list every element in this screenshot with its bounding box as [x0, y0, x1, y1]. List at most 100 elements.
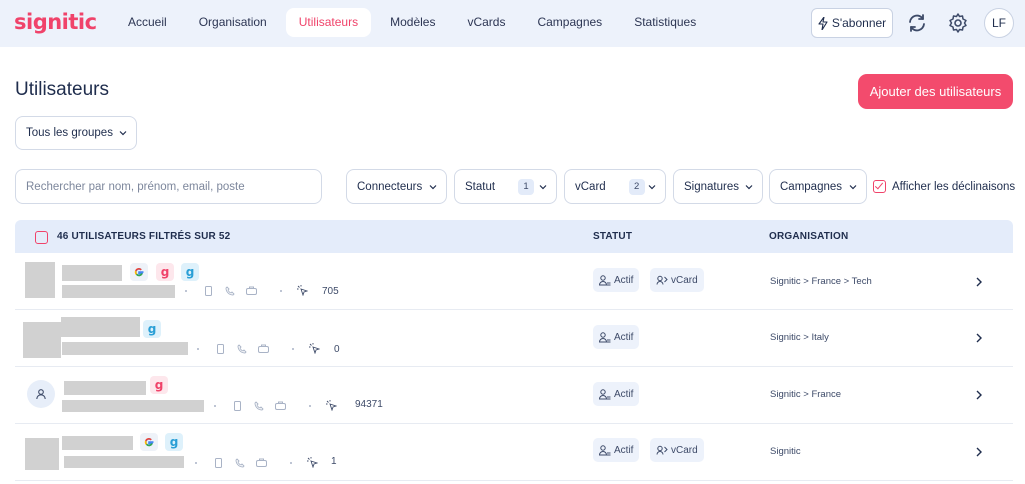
vcard-filter[interactable]: vCard 2 — [564, 169, 666, 204]
table-row[interactable]: g 94371 Actif Signitic > France — [15, 367, 1013, 424]
nav-accueil[interactable]: Accueil — [115, 8, 180, 37]
nav-statistiques[interactable]: Statistiques — [621, 8, 709, 37]
chevron-down-icon — [119, 131, 127, 136]
chevron-right-icon[interactable] — [975, 447, 983, 457]
group-filter-label: Tous les groupes — [26, 127, 113, 139]
filtered-count-label: 46 UTILISATEURS FILTRÉS SUR 52 — [57, 231, 231, 242]
table-row[interactable]: g 1 Actif vCard Signitic — [15, 424, 1013, 481]
lightning-icon — [818, 16, 828, 30]
connecteurs-label: Connecteurs — [357, 180, 423, 193]
mobile-icon — [205, 285, 212, 296]
contact-icons — [214, 400, 337, 411]
nav-vcards[interactable]: vCards — [454, 8, 518, 37]
nav-organisation[interactable]: Organisation — [186, 8, 280, 37]
briefcase-icon — [275, 401, 286, 410]
statut-label: Statut — [465, 180, 496, 193]
status-badge: Actif — [593, 268, 640, 292]
outlook-signature-icon: g — [143, 320, 161, 338]
vcard-badge: vCard — [650, 268, 704, 292]
default-avatar — [27, 380, 55, 408]
phone-icon — [237, 343, 247, 353]
phone-icon — [235, 457, 245, 467]
user-avatar[interactable]: LF — [984, 8, 1014, 38]
column-organisation[interactable]: ORGANISATION — [769, 231, 848, 242]
email-placeholder — [62, 342, 188, 355]
campagnes-filter-label: Campagnes — [780, 180, 843, 193]
statut-filter[interactable]: Statut 1 — [454, 169, 557, 204]
declinaisons-label: Afficher les déclinaisons — [892, 180, 1016, 193]
status-label: Actif — [614, 444, 634, 456]
email-placeholder — [62, 285, 175, 298]
click-stats-icon — [326, 400, 337, 411]
name-placeholder — [61, 317, 140, 337]
chevron-right-icon[interactable] — [975, 390, 983, 400]
user-check-icon — [599, 388, 611, 399]
status-label: Actif — [614, 388, 634, 400]
vcard-icon — [656, 275, 668, 285]
nav-utilisateurs[interactable]: Utilisateurs — [285, 8, 372, 37]
top-navbar: signitic Accueil Organisation Utilisateu… — [0, 0, 1025, 47]
email-placeholder — [64, 456, 184, 468]
vcard-label: vCard — [671, 274, 698, 286]
declinaisons-toggle[interactable]: Afficher les déclinaisons — [873, 180, 1015, 193]
briefcase-icon — [256, 458, 267, 467]
avatar-placeholder — [23, 322, 61, 358]
chevron-right-icon[interactable] — [975, 333, 983, 343]
phone-icon — [225, 285, 235, 295]
chevron-down-icon — [429, 185, 437, 190]
signitic-logo[interactable]: signitic — [14, 10, 97, 34]
google-icon — [130, 263, 148, 281]
group-filter-dropdown[interactable]: Tous les groupes — [15, 116, 137, 150]
mobile-icon — [217, 343, 224, 354]
briefcase-icon — [246, 286, 257, 295]
nav-modeles[interactable]: Modèles — [377, 8, 448, 37]
column-statut[interactable]: STATUT — [593, 231, 632, 242]
page-title: Utilisateurs — [15, 79, 109, 100]
main-nav: Accueil Organisation Utilisateurs Modèle… — [115, 8, 715, 37]
nav-campagnes[interactable]: Campagnes — [524, 8, 615, 37]
organisation-path: Signitic — [770, 446, 801, 457]
mobile-icon — [234, 400, 241, 411]
avatar-placeholder — [25, 262, 55, 298]
avatar-placeholder — [25, 438, 59, 470]
outlook-signature-icon: g — [181, 263, 199, 281]
stat-count: 0 — [334, 344, 340, 355]
campagnes-filter[interactable]: Campagnes — [769, 169, 867, 204]
user-icon — [36, 389, 46, 400]
declinaisons-checkbox[interactable] — [873, 180, 886, 193]
organisation-path: Signitic > France > Tech — [770, 276, 872, 287]
search-input[interactable] — [15, 169, 322, 204]
status-badge: Actif — [593, 325, 640, 349]
contact-icons — [185, 285, 308, 296]
signatures-filter[interactable]: Signatures — [673, 169, 763, 204]
mobile-icon — [215, 457, 222, 468]
name-placeholder — [62, 436, 133, 450]
subscribe-button[interactable]: S'abonner — [811, 8, 893, 38]
sync-icon[interactable] — [906, 12, 928, 34]
table-header: 46 UTILISATEURS FILTRÉS SUR 52 STATUT OR… — [15, 220, 1013, 253]
statut-count-badge: 1 — [518, 178, 535, 195]
click-stats-icon — [309, 343, 320, 354]
click-stats-icon — [297, 285, 308, 296]
gmail-signature-icon: g — [156, 263, 174, 281]
vcard-label: vCard — [671, 444, 698, 456]
select-all-checkbox[interactable] — [35, 231, 48, 244]
contact-icons — [195, 457, 318, 468]
chevron-right-icon[interactable] — [975, 277, 983, 287]
settings-gear-icon[interactable] — [947, 12, 969, 34]
vcard-count-badge: 2 — [628, 178, 645, 195]
stat-count: 705 — [322, 286, 339, 297]
name-placeholder — [62, 265, 122, 281]
signatures-label: Signatures — [684, 180, 739, 193]
connecteurs-filter[interactable]: Connecteurs — [346, 169, 447, 204]
vcard-badge: vCard — [650, 438, 704, 462]
chevron-down-icon — [648, 185, 656, 190]
google-icon — [140, 433, 158, 451]
status-badge: Actif — [593, 438, 640, 462]
table-row[interactable]: g 0 Actif Signitic > Italy — [15, 310, 1013, 367]
add-users-button[interactable]: Ajouter des utilisateurs — [858, 74, 1013, 109]
chevron-down-icon — [849, 185, 857, 190]
status-label: Actif — [614, 331, 634, 343]
table-row[interactable]: g g 705 Actif vCard Signitic > France > … — [15, 253, 1013, 310]
click-stats-icon — [307, 457, 318, 468]
